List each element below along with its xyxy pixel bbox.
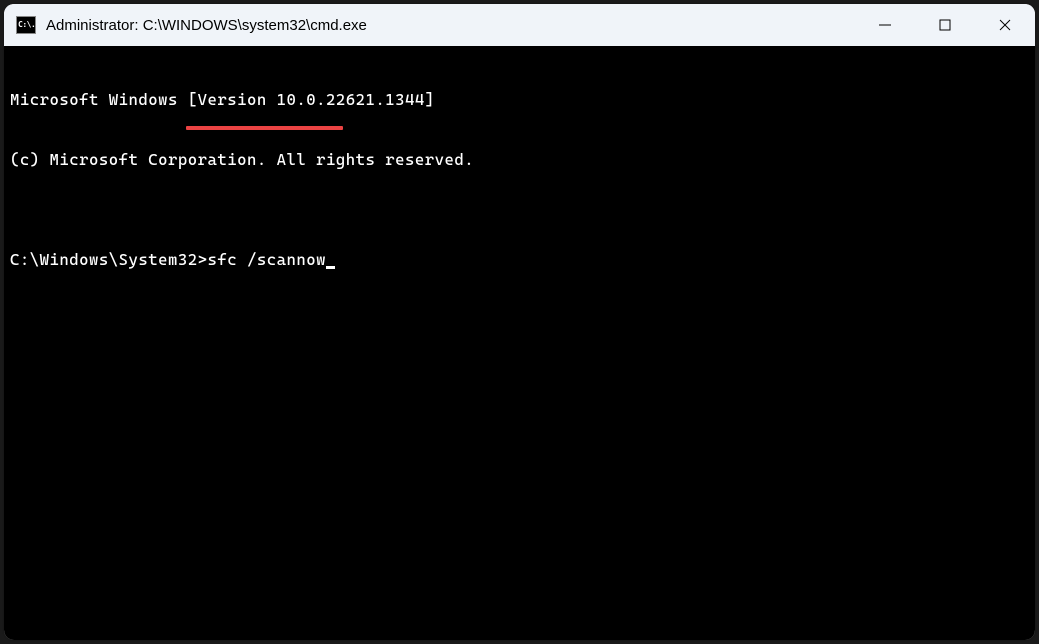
version-line: Microsoft Windows [Version 10.0.22621.13… [10,90,1029,110]
window-title: Administrator: C:\WINDOWS\system32\cmd.e… [46,17,855,34]
prompt-path: C:\Windows\System32> [10,250,208,269]
maximize-button[interactable] [915,4,975,46]
cursor [326,266,335,269]
minimize-icon [878,18,892,32]
cmd-icon-text: C:\. [17,21,35,29]
minimize-button[interactable] [855,4,915,46]
prompt-line: C:\Windows\System32>sfc /scannow [10,250,1029,270]
command-text: sfc /scannow [208,250,327,269]
terminal-output[interactable]: Microsoft Windows [Version 10.0.22621.13… [4,46,1035,640]
copyright-line: (c) Microsoft Corporation. All rights re… [10,150,1029,170]
close-icon [998,18,1012,32]
cmd-window: C:\. Administrator: C:\WINDOWS\system32\… [4,4,1035,640]
window-controls [855,4,1035,46]
cmd-icon: C:\. [16,16,36,34]
maximize-icon [938,18,952,32]
close-button[interactable] [975,4,1035,46]
highlight-underline [186,126,343,130]
titlebar[interactable]: C:\. Administrator: C:\WINDOWS\system32\… [4,4,1035,46]
